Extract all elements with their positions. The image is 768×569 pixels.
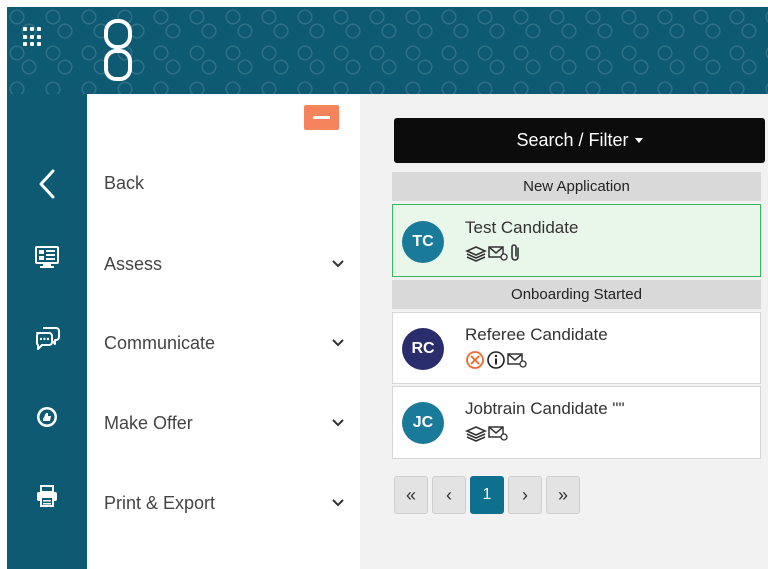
caret-down-icon [634,138,643,143]
chevron-down-icon [332,339,344,347]
action-menu: Back Assess Communicate Make Offer Print… [87,94,360,569]
chevron-down-icon [332,419,344,427]
candidate-name[interactable]: Test Candidate [465,218,578,238]
paperclip-icon [511,244,519,261]
candidate-panel: Search / Filter New Application TC Test … [360,94,768,569]
info-circle-icon [487,351,505,369]
avatar: TC [402,221,444,263]
menu-item-label: Print & Export [104,492,216,513]
chevron-down-icon [332,499,344,507]
menu-item-print-export[interactable]: Print & Export [87,483,360,523]
prev-page-button[interactable]: ‹ [432,476,466,514]
pagination: « ‹ 1 › » [394,476,580,514]
group-header: Onboarding Started [392,280,761,309]
chevron-down-icon [332,260,344,268]
candidate-name[interactable]: Referee Candidate [465,325,608,345]
collapse-menu-button[interactable] [304,105,339,130]
search-filter-button[interactable]: Search / Filter [394,118,765,163]
avatar: RC [402,328,444,370]
menu-item-make-offer[interactable]: Make Offer [87,403,360,443]
candidate-card[interactable]: RC Referee Candidate [392,312,761,384]
page-1-button[interactable]: 1 [470,476,504,514]
mail-icon [507,353,527,368]
last-page-button[interactable]: » [546,476,580,514]
menu-item-label: Assess [104,253,163,274]
first-page-button[interactable]: « [394,476,428,514]
mail-icon [488,246,508,261]
status-icons [465,350,527,370]
make-offer-badge-icon[interactable] [7,387,87,447]
candidate-card[interactable]: TC Test Candidate [392,204,761,277]
menu-item-label: Make Offer [104,412,193,433]
back-arrow-icon[interactable] [7,154,87,214]
search-filter-label: Search / Filter [516,130,629,150]
status-icons [465,243,523,263]
communicate-chat-icon[interactable] [7,307,87,367]
minus-icon [313,116,330,119]
stack-icon [465,426,487,442]
menu-item-label: Communicate [104,332,216,353]
printer-icon[interactable] [7,466,87,526]
next-page-button[interactable]: › [508,476,542,514]
menu-item-communicate[interactable]: Communicate [87,323,360,363]
app-grid-icon[interactable] [23,27,43,47]
assess-monitor-icon[interactable] [7,227,87,287]
status-icons [465,424,508,442]
top-banner [7,7,768,94]
avatar: JC [402,402,444,444]
candidate-card[interactable]: JC Jobtrain Candidate "" [392,386,761,459]
stack-icon [465,246,487,262]
menu-item-back[interactable]: Back [87,163,360,203]
menu-item-label: Back [104,172,145,193]
group-header: New Application [392,172,761,201]
company-logo [104,19,132,81]
icon-rail [7,94,87,569]
mail-icon [488,426,508,441]
menu-item-assess[interactable]: Assess [87,244,360,284]
error-circle-icon [466,351,484,369]
candidate-name[interactable]: Jobtrain Candidate "" [465,399,625,419]
